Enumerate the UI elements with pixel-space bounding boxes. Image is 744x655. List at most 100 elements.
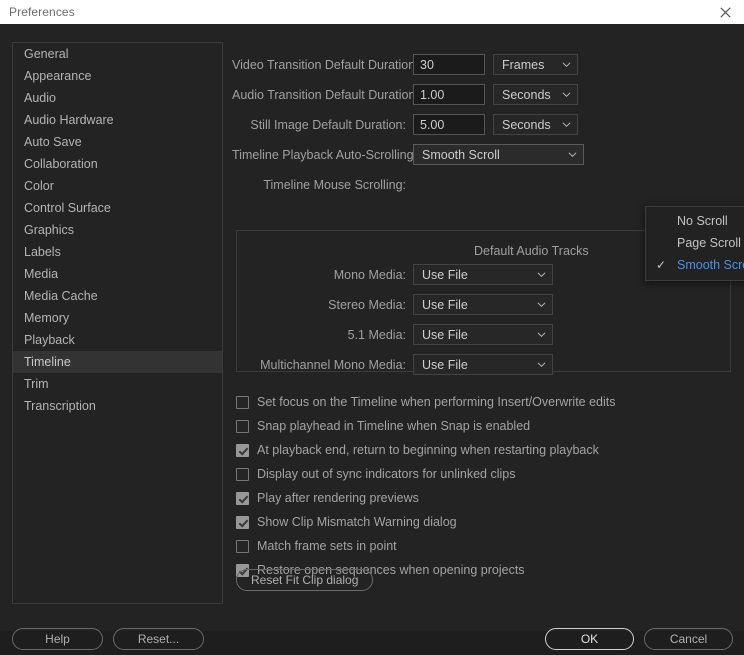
settings-row: Timeline Playback Auto-Scrolling: Smooth … xyxy=(232,144,728,165)
sidebar-item-auto-save[interactable]: Auto Save xyxy=(13,131,222,153)
reset-button[interactable]: Reset... xyxy=(113,628,204,650)
audio-track-dropdown[interactable]: Use File xyxy=(413,294,553,315)
field-label: Stereo Media: xyxy=(328,297,406,312)
dropdown-option[interactable]: No Scroll xyxy=(646,210,744,232)
chevron-down-icon xyxy=(537,302,546,307)
sidebar-item-media-cache[interactable]: Media Cache xyxy=(13,285,222,307)
chevron-down-icon xyxy=(568,152,577,157)
checkbox-label: Match frame sets in point xyxy=(257,539,397,553)
sidebar-item-media[interactable]: Media xyxy=(13,263,222,285)
auto-scroll-value: Smooth Scroll xyxy=(422,147,500,162)
checkbox-toggle[interactable] xyxy=(236,539,249,553)
duration-input[interactable] xyxy=(413,84,485,105)
checkbox-label: Display out of sync indicators for unlin… xyxy=(257,467,516,481)
title-bar: Preferences xyxy=(0,0,744,24)
sidebar-item-collaboration[interactable]: Collaboration xyxy=(13,153,222,175)
checkbox-row[interactable]: Play after rendering previews xyxy=(236,488,419,508)
duration-unit-dropdown[interactable]: Frames xyxy=(493,54,578,75)
checkbox-toggle[interactable] xyxy=(236,467,249,481)
field-label: 5.1 Media: xyxy=(347,327,406,342)
checkbox-row[interactable]: Snap playhead in Timeline when Snap is e… xyxy=(236,416,530,436)
checkbox-label: Play after rendering previews xyxy=(257,491,419,505)
sidebar-item-general[interactable]: General xyxy=(13,43,222,65)
checkbox-label: Snap playhead in Timeline when Snap is e… xyxy=(257,419,531,433)
checkbox-label: At playback end, return to beginning whe… xyxy=(257,443,599,457)
help-button[interactable]: Help xyxy=(12,628,103,650)
audio-track-value: Use File xyxy=(422,357,468,372)
checkbox-row[interactable]: Show Clip Mismatch Warning dialog xyxy=(236,512,457,532)
window-title: Preferences xyxy=(9,5,75,19)
category-sidebar[interactable]: General Appearance Audio Audio Hardware Auto… xyxy=(12,42,223,604)
settings-row: Stereo Media: Use File xyxy=(232,294,728,315)
duration-unit-value: Frames xyxy=(502,57,545,72)
sidebar-item-timeline[interactable]: Timeline xyxy=(13,351,222,373)
sidebar-item-audio[interactable]: Audio xyxy=(13,87,222,109)
sidebar-item-transcription[interactable]: Transcription xyxy=(13,395,222,417)
checkbox-row[interactable]: Match frame sets in point xyxy=(236,536,397,556)
chevron-down-icon xyxy=(537,362,546,367)
default-audio-tracks-title: Default Audio Tracks xyxy=(468,244,595,258)
field-label: Audio Transition Default Duration: xyxy=(232,87,419,102)
sidebar-item-control-surface[interactable]: Control Surface xyxy=(13,197,222,219)
auto-scroll-dropdown[interactable]: Smooth Scroll xyxy=(413,144,584,165)
settings-row: Timeline Mouse Scrolling: xyxy=(232,174,728,195)
sidebar-item-trim[interactable]: Trim xyxy=(13,373,222,395)
audio-track-value: Use File xyxy=(422,297,468,312)
checkbox-label: Set focus on the Timeline when performin… xyxy=(257,395,616,409)
checkbox-row[interactable]: At playback end, return to beginning whe… xyxy=(236,440,599,460)
checkbox-toggle[interactable] xyxy=(236,395,249,409)
duration-input[interactable] xyxy=(413,114,485,135)
ok-button[interactable]: OK xyxy=(545,628,634,650)
audio-track-dropdown[interactable]: Use File xyxy=(413,264,553,285)
duration-input[interactable] xyxy=(413,54,485,75)
dropdown-option-label: No Scroll xyxy=(677,214,728,228)
field-label: Still Image Default Duration: xyxy=(250,117,406,132)
settings-row: Multichannel Mono Media: Use File xyxy=(232,354,728,375)
chevron-down-icon xyxy=(562,92,571,97)
settings-row: Still Image Default Duration: Seconds xyxy=(232,114,728,135)
sidebar-item-labels[interactable]: Labels xyxy=(13,241,222,263)
duration-unit-dropdown[interactable]: Seconds xyxy=(493,114,578,135)
audio-track-value: Use File xyxy=(422,327,468,342)
field-label: Mono Media: xyxy=(333,267,406,282)
checkbox-toggle[interactable] xyxy=(236,443,249,457)
field-label: Video Transition Default Duration: xyxy=(232,57,419,72)
chevron-down-icon xyxy=(537,332,546,337)
field-label: Timeline Mouse Scrolling: xyxy=(263,177,406,192)
checkbox-label: Show Clip Mismatch Warning dialog xyxy=(257,515,457,529)
chevron-down-icon xyxy=(562,62,571,67)
sidebar-item-audio-hardware[interactable]: Audio Hardware xyxy=(13,109,222,131)
reset-fit-clip-dialog-button[interactable]: Reset Fit Clip dialog xyxy=(236,569,374,591)
chevron-down-icon xyxy=(562,122,571,127)
preferences-dialog: General Appearance Audio Audio Hardware Auto… xyxy=(0,24,744,650)
check-icon: ✓ xyxy=(656,258,667,272)
sidebar-item-memory[interactable]: Memory xyxy=(13,307,222,329)
settings-row: Video Transition Default Duration: Frames xyxy=(232,54,728,75)
checkbox-toggle[interactable] xyxy=(236,515,249,529)
dropdown-option-label: Page Scroll xyxy=(677,236,741,250)
checkbox-toggle[interactable] xyxy=(236,419,249,433)
auto-scroll-dropdown-popup[interactable]: No Scroll Page Scroll ✓ Smooth Scroll xyxy=(645,206,744,281)
checkbox-row[interactable]: Set focus on the Timeline when performin… xyxy=(236,392,616,412)
dropdown-option[interactable]: ✓ Smooth Scroll xyxy=(646,254,744,276)
duration-unit-dropdown[interactable]: Seconds xyxy=(493,84,578,105)
close-icon[interactable] xyxy=(706,0,744,24)
sidebar-item-appearance[interactable]: Appearance xyxy=(13,65,222,87)
sidebar-item-color[interactable]: Color xyxy=(13,175,222,197)
checkbox-row[interactable]: Display out of sync indicators for unlin… xyxy=(236,464,515,484)
field-label: Multichannel Mono Media: xyxy=(260,357,406,372)
cancel-button[interactable]: Cancel xyxy=(644,628,733,650)
checkbox-toggle[interactable] xyxy=(236,491,249,505)
duration-unit-value: Seconds xyxy=(502,87,551,102)
chevron-down-icon xyxy=(537,272,546,277)
dropdown-option-label: Smooth Scroll xyxy=(677,258,744,272)
duration-unit-value: Seconds xyxy=(502,117,551,132)
sidebar-item-playback[interactable]: Playback xyxy=(13,329,222,351)
settings-row: 5.1 Media: Use File xyxy=(232,324,728,345)
audio-track-dropdown[interactable]: Use File xyxy=(413,354,553,375)
audio-track-dropdown[interactable]: Use File xyxy=(413,324,553,345)
sidebar-item-graphics[interactable]: Graphics xyxy=(13,219,222,241)
close-glyph xyxy=(719,6,731,18)
dropdown-option[interactable]: Page Scroll xyxy=(646,232,744,254)
field-label: Timeline Playback Auto-Scrolling: xyxy=(232,147,418,162)
